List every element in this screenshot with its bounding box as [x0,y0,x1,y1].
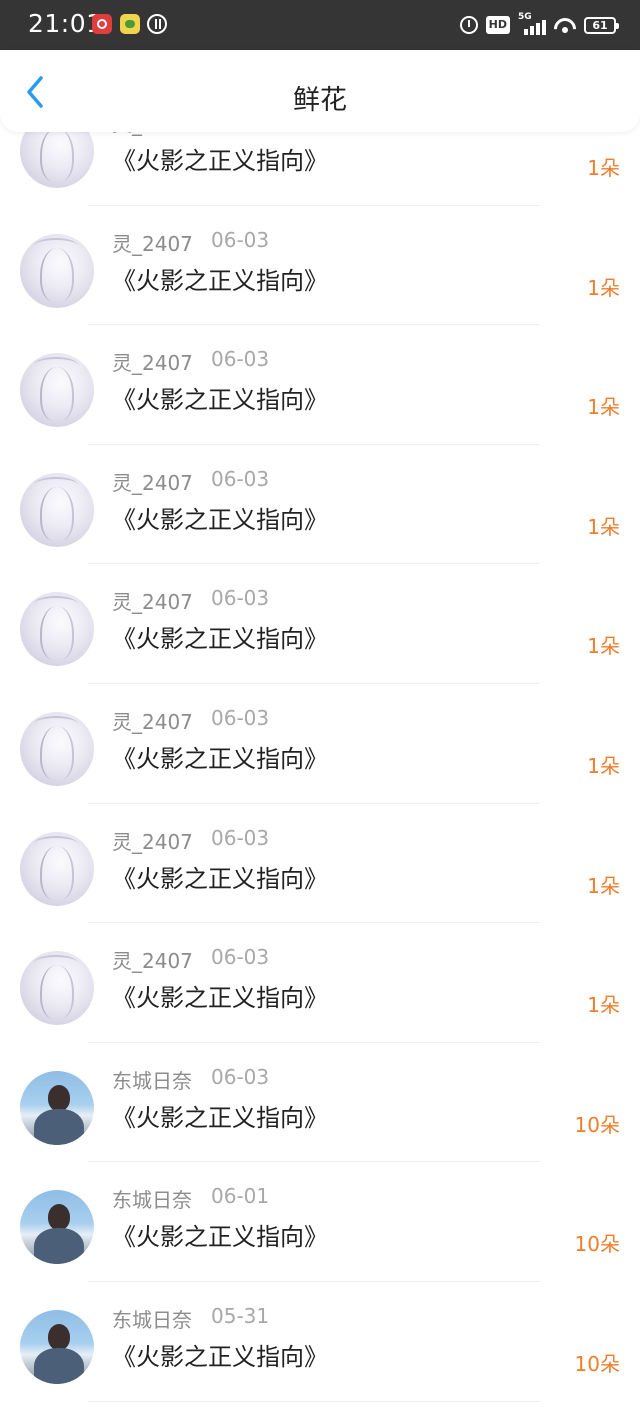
user-name: 灵_2407 [112,949,193,974]
user-name: 灵_2407 [112,351,193,376]
item-date: 06-01 [211,1184,270,1209]
book-title: 《火影之正义指向》 [112,1223,328,1252]
flower-count: 1朵 [587,514,620,539]
alarm-icon [459,16,478,34]
flower-count: 1朵 [587,753,620,778]
status-bar: 21:01 HD 5G 61 [0,0,640,50]
wifi-icon [554,16,576,34]
user-name: 东城日奈 [112,1068,192,1093]
user-name: 灵_2407 [112,231,193,256]
user-name: 灵_2407 [112,470,193,495]
user-name: 灵_2407 [112,590,193,615]
avatar[interactable] [20,711,94,786]
flower-list-inner: 灵_240706-03《火影之正义指向》1朵灵_240706-03《火影之正义指… [0,132,640,1402]
book-title: 《火影之正义指向》 [112,744,328,773]
avatar[interactable] [20,353,94,428]
flower-count: 10朵 [574,1351,620,1376]
nav-header: 鲜花 [0,50,640,132]
avatar[interactable] [20,233,94,308]
user-name: 灵_2407 [112,709,193,734]
book-title: 《火影之正义指向》 [112,1342,328,1371]
flower-count: 1朵 [587,156,620,180]
item-date: 06-03 [211,347,270,372]
list-item[interactable]: 灵_2407 06-03 《火影之正义指向》 1朵 [0,325,640,445]
user-name: 灵_2407 [112,132,193,137]
avatar[interactable] [20,831,94,906]
list-item[interactable]: 灵_2407 06-03 《火影之正义指向》 1朵 [0,923,640,1043]
book-title: 《火影之正义指向》 [112,864,328,893]
qq-icon [120,14,140,34]
avatar[interactable] [20,1070,94,1145]
item-date: 06-03 [211,1064,270,1089]
book-title: 《火影之正义指向》 [112,1103,328,1132]
flower-count: 1朵 [587,275,620,300]
book-title: 《火影之正义指向》 [112,625,328,654]
item-date: 06-03 [211,586,270,611]
list-item[interactable]: 灵_2407 06-03 《火影之正义指向》 1朵 [0,445,640,565]
item-date: 06-03 [211,227,270,252]
avatar[interactable] [20,951,94,1026]
avatar[interactable] [20,1309,94,1384]
flower-count: 1朵 [587,993,620,1018]
flower-count: 10朵 [574,1232,620,1257]
list-item[interactable]: 东城日奈 05-31 《火影之正义指向》 10朵 [0,1282,640,1402]
item-date: 06-03 [211,705,270,730]
book-title: 《火影之正义指向》 [112,505,328,534]
list-item[interactable]: 东城日奈 06-01 《火影之正义指向》 10朵 [0,1162,640,1282]
list-item[interactable]: 东城日奈 06-03 《火影之正义指向》 10朵 [0,1043,640,1163]
item-date: 06-03 [211,466,270,491]
usb-debug-icon [147,14,167,34]
avatar[interactable] [20,1190,94,1265]
avatar[interactable] [20,132,94,188]
item-date: 05-31 [211,1303,270,1328]
network-label: 5G [518,12,532,22]
list-item[interactable]: 灵_240706-03《火影之正义指向》1朵 [0,132,640,206]
book-title: 《火影之正义指向》 [112,266,328,295]
divider [88,1400,540,1402]
avatar[interactable] [20,472,94,547]
book-title: 《火影之正义指向》 [112,386,328,415]
flower-count: 10朵 [574,1112,620,1137]
list-item[interactable]: 灵_2407 06-03 《火影之正义指向》 1朵 [0,684,640,804]
flower-list[interactable]: 灵_240706-03《火影之正义指向》1朵灵_240706-03《火影之正义指… [0,132,640,1427]
flower-count: 1朵 [587,395,620,420]
user-name: 灵_2407 [112,829,193,854]
page-title: 鲜花 [293,85,347,116]
flower-count: 1朵 [587,634,620,659]
book-title: 《火影之正义指向》 [112,984,328,1013]
list-item[interactable]: 灵_2407 06-03 《火影之正义指向》 1朵 [0,564,640,684]
avatar[interactable] [20,592,94,667]
item-date: 06-03 [211,825,270,850]
battery-icon: 61 [584,16,619,34]
hd-icon: HD [485,16,510,34]
book-title: 《火影之正义指向》 [112,147,328,175]
item-date: 06-03 [211,945,270,970]
battery-level: 61 [592,18,608,32]
user-name: 东城日奈 [112,1307,192,1332]
list-item[interactable]: 灵_2407 06-03 《火影之正义指向》 1朵 [0,206,640,326]
status-icons: HD 5G 61 [459,12,619,37]
netease-music-icon [92,14,112,34]
5g-signal-icon: 5G [518,12,546,35]
flower-count: 1朵 [587,873,620,898]
list-item[interactable]: 灵_2407 06-03 《火影之正义指向》 1朵 [0,804,640,924]
user-name: 东城日奈 [112,1188,192,1213]
